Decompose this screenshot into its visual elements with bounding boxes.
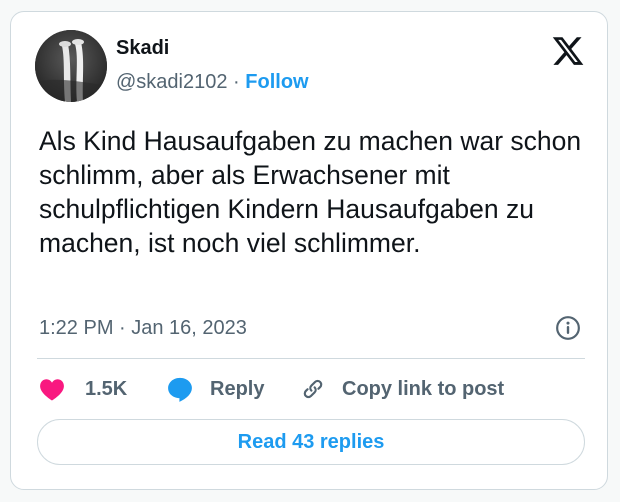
heart-icon xyxy=(39,377,65,401)
tweet-timestamp[interactable]: 1:22 PM · Jan 16, 2023 xyxy=(39,315,247,341)
read-replies-button[interactable]: Read 43 replies xyxy=(37,419,585,465)
x-logo-icon[interactable] xyxy=(551,34,585,68)
handle-separator: · xyxy=(233,71,246,93)
follow-button[interactable]: Follow xyxy=(245,71,308,93)
copy-link-button[interactable]: Copy link to post xyxy=(300,374,504,404)
info-icon[interactable] xyxy=(555,315,581,341)
like-count: 1.5K xyxy=(85,377,128,400)
author-name[interactable]: Skadi xyxy=(116,35,169,61)
copy-link-label: Copy link to post xyxy=(342,377,505,400)
tweet-text: Als Kind Hausaufgaben zu machen war scho… xyxy=(39,126,582,258)
reply-button[interactable]: Reply xyxy=(166,374,264,404)
avatar[interactable] xyxy=(35,30,107,102)
reply-label: Reply xyxy=(210,377,265,400)
link-icon xyxy=(300,376,326,402)
author-handle-row: @skadi2102 · Follow xyxy=(116,69,309,95)
tweet-card: Skadi @skadi2102 · Follow Als Kind Hausa… xyxy=(10,11,608,490)
author-handle[interactable]: @skadi2102 xyxy=(116,71,227,93)
like-button[interactable]: 1.5K xyxy=(39,374,127,404)
divider xyxy=(37,358,585,359)
reply-bubble-icon xyxy=(166,375,194,403)
